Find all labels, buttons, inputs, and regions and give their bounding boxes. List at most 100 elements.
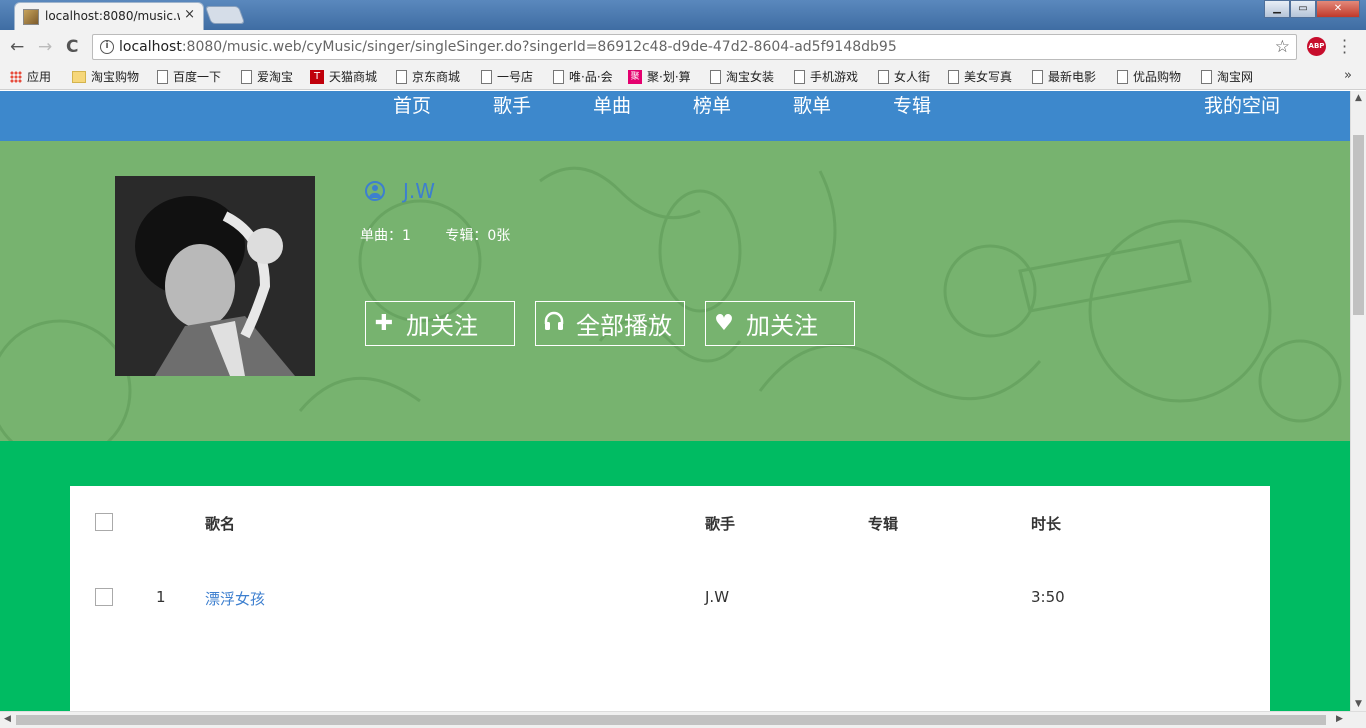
header-singer: 歌手 <box>705 515 736 533</box>
bookmark-item[interactable]: 聚聚·划·算 <box>628 68 691 85</box>
bookmark-item[interactable]: 手机游戏 <box>794 68 858 85</box>
page-icon <box>1201 69 1212 84</box>
bookmark-label: 淘宝购物 <box>91 70 140 84</box>
horizontal-scrollbar[interactable]: ◀ ▶ <box>0 711 1366 728</box>
scroll-right-icon[interactable]: ▶ <box>1336 714 1343 724</box>
bookmark-label: 优品购物 <box>1133 70 1182 84</box>
row-duration: 3:50 <box>1031 588 1065 606</box>
bookmark-label: 唯·品·会 <box>569 70 613 84</box>
user-circle-icon <box>365 181 385 201</box>
apps-grid-icon <box>10 70 22 83</box>
page-icon <box>396 69 407 84</box>
nav-item-home[interactable]: 首页 <box>393 91 431 118</box>
browser-menu-icon[interactable]: · · · <box>1342 33 1347 61</box>
follow-button[interactable]: ✚ 加关注 <box>365 301 515 346</box>
header-album: 专辑 <box>868 515 899 533</box>
play-all-button[interactable]: 全部播放 <box>535 301 685 346</box>
bookmark-label: 淘宝网 <box>1217 70 1254 84</box>
bookmark-item[interactable]: 最新电影 <box>1032 68 1096 85</box>
singer-name: J.W <box>403 179 436 203</box>
bookmarks-more-icon[interactable]: » <box>1344 68 1352 83</box>
bookmark-item[interactable]: 美女写真 <box>948 68 1012 85</box>
bookmark-label: 手机游戏 <box>810 70 859 84</box>
page-icon <box>1032 69 1043 84</box>
tmall-icon: T <box>310 69 324 84</box>
minimize-button[interactable]: ▁ <box>1264 0 1290 18</box>
bookmark-star-icon[interactable]: ☆ <box>1275 37 1290 57</box>
forward-icon[interactable]: → <box>38 37 52 57</box>
bookmark-item[interactable]: 百度一下 <box>157 68 221 85</box>
juhuasuan-icon: 聚 <box>628 69 642 84</box>
page-icon <box>157 69 168 84</box>
bookmark-item[interactable]: 女人街 <box>878 68 930 85</box>
singer-photo <box>115 176 315 376</box>
bookmark-item[interactable]: 淘宝女装 <box>710 68 774 85</box>
window-controls: ▁ ▭ ✕ <box>1264 0 1360 18</box>
song-table: 歌名 歌手 专辑 时长 1 漂浮女孩 J.W 3:50 <box>70 486 1270 711</box>
like-button-label: 加关注 <box>746 312 818 340</box>
nav-item-my-space[interactable]: 我的空间 <box>1204 91 1280 118</box>
tab-close-icon[interactable]: × <box>184 7 195 22</box>
header-duration: 时长 <box>1031 515 1062 533</box>
tab-title: localhost:8080/music.w <box>45 9 180 23</box>
browser-titlebar: localhost:8080/music.w × ▁ ▭ ✕ <box>0 0 1366 30</box>
reload-icon[interactable]: C <box>66 37 78 57</box>
follow-button-label: 加关注 <box>406 312 478 340</box>
browser-toolbar: ← → C i localhost:8080/music.web/cyMusic… <box>0 30 1366 64</box>
page-viewport: 首页 歌手 单曲 榜单 歌单 专辑 我的空间 J.W 单曲：1 专辑：0张 ✚ … <box>0 91 1350 711</box>
bookmark-item[interactable]: 爱淘宝 <box>241 68 293 85</box>
new-tab-button[interactable] <box>204 6 246 24</box>
header-song-name: 歌名 <box>205 515 236 533</box>
page-favicon-icon <box>23 9 39 25</box>
browser-tab[interactable]: localhost:8080/music.w × <box>14 2 204 30</box>
bookmark-item[interactable]: 应用 <box>10 68 51 85</box>
row-singer: J.W <box>705 588 730 606</box>
maximize-button[interactable]: ▭ <box>1290 0 1316 18</box>
address-bar[interactable]: i localhost:8080/music.web/cyMusic/singe… <box>92 34 1297 60</box>
bookmark-label: 爱淘宝 <box>257 70 294 84</box>
bookmark-label: 百度一下 <box>173 70 222 84</box>
singer-hero: J.W 单曲：1 专辑：0张 ✚ 加关注 全部播放 ♥ 加关注 <box>0 141 1350 441</box>
scroll-up-icon[interactable]: ▲ <box>1355 93 1362 103</box>
close-window-button[interactable]: ✕ <box>1316 0 1360 18</box>
row-index: 1 <box>156 588 166 606</box>
bookmark-label: 天猫商城 <box>329 70 378 84</box>
plus-icon: ✚ <box>374 310 394 336</box>
single-count: 单曲：1 <box>360 228 411 244</box>
scroll-left-icon[interactable]: ◀ <box>4 714 11 724</box>
select-all-checkbox[interactable] <box>95 513 113 531</box>
nav-item-charts[interactable]: 榜单 <box>693 91 731 118</box>
adblock-plus-icon[interactable]: ABP <box>1307 37 1326 56</box>
back-icon[interactable]: ← <box>10 37 24 57</box>
bookmark-label: 美女写真 <box>964 70 1013 84</box>
nav-item-albums[interactable]: 专辑 <box>893 91 931 118</box>
url-text[interactable]: localhost:8080/music.web/cyMusic/singer/… <box>119 39 897 55</box>
like-button[interactable]: ♥ 加关注 <box>705 301 855 346</box>
bookmark-label: 应用 <box>27 70 52 84</box>
song-name-link[interactable]: 漂浮女孩 <box>205 588 265 609</box>
bookmark-item[interactable]: 一号店 <box>481 68 533 85</box>
singer-stats: 单曲：1 专辑：0张 <box>360 225 540 245</box>
top-nav: 首页 歌手 单曲 榜单 歌单 专辑 我的空间 <box>0 91 1350 141</box>
page-icon <box>481 69 492 84</box>
bookmark-item[interactable]: 淘宝购物 <box>72 68 139 85</box>
nav-item-singers[interactable]: 歌手 <box>493 91 531 118</box>
bookmark-item[interactable]: 京东商城 <box>396 68 460 85</box>
bookmark-item[interactable]: 淘宝网 <box>1201 68 1253 85</box>
vertical-scrollbar[interactable]: ▲ ▼ <box>1350 91 1366 711</box>
bookmark-item[interactable]: 唯·品·会 <box>553 68 613 85</box>
site-info-icon[interactable]: i <box>100 40 114 54</box>
page-icon <box>710 69 721 84</box>
bookmark-item[interactable]: 优品购物 <box>1117 68 1181 85</box>
heart-icon: ♥ <box>714 310 734 336</box>
nav-item-playlists[interactable]: 歌单 <box>793 91 831 118</box>
row-checkbox[interactable] <box>95 588 113 606</box>
bookmark-item[interactable]: T 天猫商城 <box>310 68 377 85</box>
nav-item-singles[interactable]: 单曲 <box>593 91 631 118</box>
singer-avatar <box>115 176 315 376</box>
folder-icon <box>72 70 86 83</box>
scroll-down-icon[interactable]: ▼ <box>1355 699 1362 709</box>
horizontal-scroll-thumb[interactable] <box>16 715 1326 725</box>
page-icon <box>553 69 564 84</box>
vertical-scroll-thumb[interactable] <box>1353 135 1364 315</box>
